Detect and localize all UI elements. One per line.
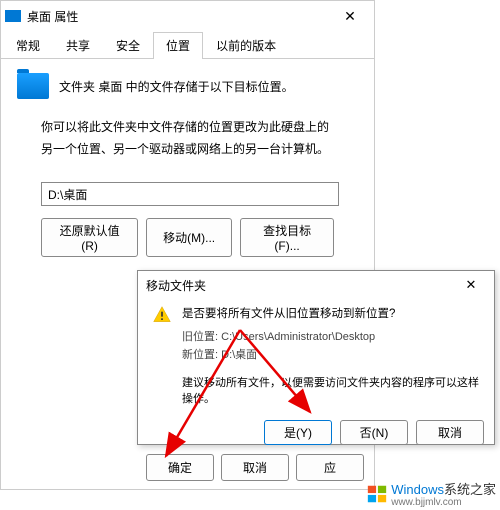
new-path-value: D:\桌面	[221, 349, 257, 361]
move-dialog-buttons: 是(Y) 否(N) 取消	[138, 414, 494, 445]
folder-icon	[17, 73, 49, 99]
folder-title-icon	[5, 10, 21, 22]
path-input[interactable]	[41, 182, 339, 206]
move-cancel-button[interactable]: 取消	[416, 420, 484, 445]
move-button[interactable]: 移动(M)...	[146, 218, 232, 257]
warning-icon	[152, 305, 172, 325]
watermark: Windows系统之家 www.bjjmlv.com	[366, 479, 496, 508]
location-buttons-row: 还原默认值(R) 移动(M)... 查找目标(F)...	[41, 218, 334, 257]
dialog-bottom-buttons: 确定 取消 应	[146, 454, 364, 481]
new-path-label: 新位置:	[182, 349, 221, 361]
titlebar: 桌面 属性 ✕	[1, 1, 374, 31]
old-path-value: C:\Users\Administrator\Desktop	[221, 331, 375, 343]
tab-content-location: 文件夹 桌面 中的文件存储于以下目标位置。 你可以将此文件夹中文件存储的位置更改…	[1, 59, 374, 271]
folder-info-row: 文件夹 桌面 中的文件存储于以下目标位置。	[17, 73, 358, 99]
tab-previous[interactable]: 以前的版本	[203, 32, 289, 59]
tab-sharing[interactable]: 共享	[53, 32, 103, 59]
apply-button[interactable]: 应	[296, 454, 364, 481]
ok-button[interactable]: 确定	[146, 454, 214, 481]
move-dialog-body: 是否要将所有文件从旧位置移动到新位置? 旧位置: C:\Users\Admini…	[138, 299, 494, 414]
close-button[interactable]: ✕	[330, 2, 370, 30]
tab-general[interactable]: 常规	[3, 32, 53, 59]
move-question-text: 是否要将所有文件从旧位置移动到新位置?	[182, 305, 395, 321]
move-dialog-title: 移动文件夹	[146, 277, 456, 294]
watermark-url: www.bjjmlv.com	[391, 498, 496, 508]
no-button[interactable]: 否(N)	[340, 420, 408, 445]
folder-desc-text: 文件夹 桌面 中的文件存储于以下目标位置。	[59, 78, 294, 95]
tabs-bar: 常规 共享 安全 位置 以前的版本	[1, 31, 374, 59]
move-paths-block: 旧位置: C:\Users\Administrator\Desktop 新位置:…	[182, 329, 482, 364]
watermark-main: Windows系统之家	[391, 482, 496, 497]
move-dialog-close-button[interactable]: ✕	[456, 277, 486, 293]
location-description: 你可以将此文件夹中文件存储的位置更改为此硬盘上的另一个位置、另一个驱动器或网络上…	[41, 117, 334, 160]
find-target-button[interactable]: 查找目标(F)...	[240, 218, 334, 257]
move-folder-dialog: 移动文件夹 ✕ 是否要将所有文件从旧位置移动到新位置? 旧位置: C:\User…	[137, 270, 495, 445]
tab-location[interactable]: 位置	[153, 32, 203, 59]
move-note-text: 建议移动所有文件，以便需要访问文件夹内容的程序可以这样操作。	[182, 374, 482, 406]
yes-button[interactable]: 是(Y)	[264, 420, 332, 445]
window-title: 桌面 属性	[27, 8, 330, 25]
old-path-label: 旧位置:	[182, 331, 221, 343]
tab-security[interactable]: 安全	[103, 32, 153, 59]
cancel-button[interactable]: 取消	[221, 454, 289, 481]
move-dialog-titlebar: 移动文件夹 ✕	[138, 271, 494, 299]
restore-defaults-button[interactable]: 还原默认值(R)	[41, 218, 138, 257]
